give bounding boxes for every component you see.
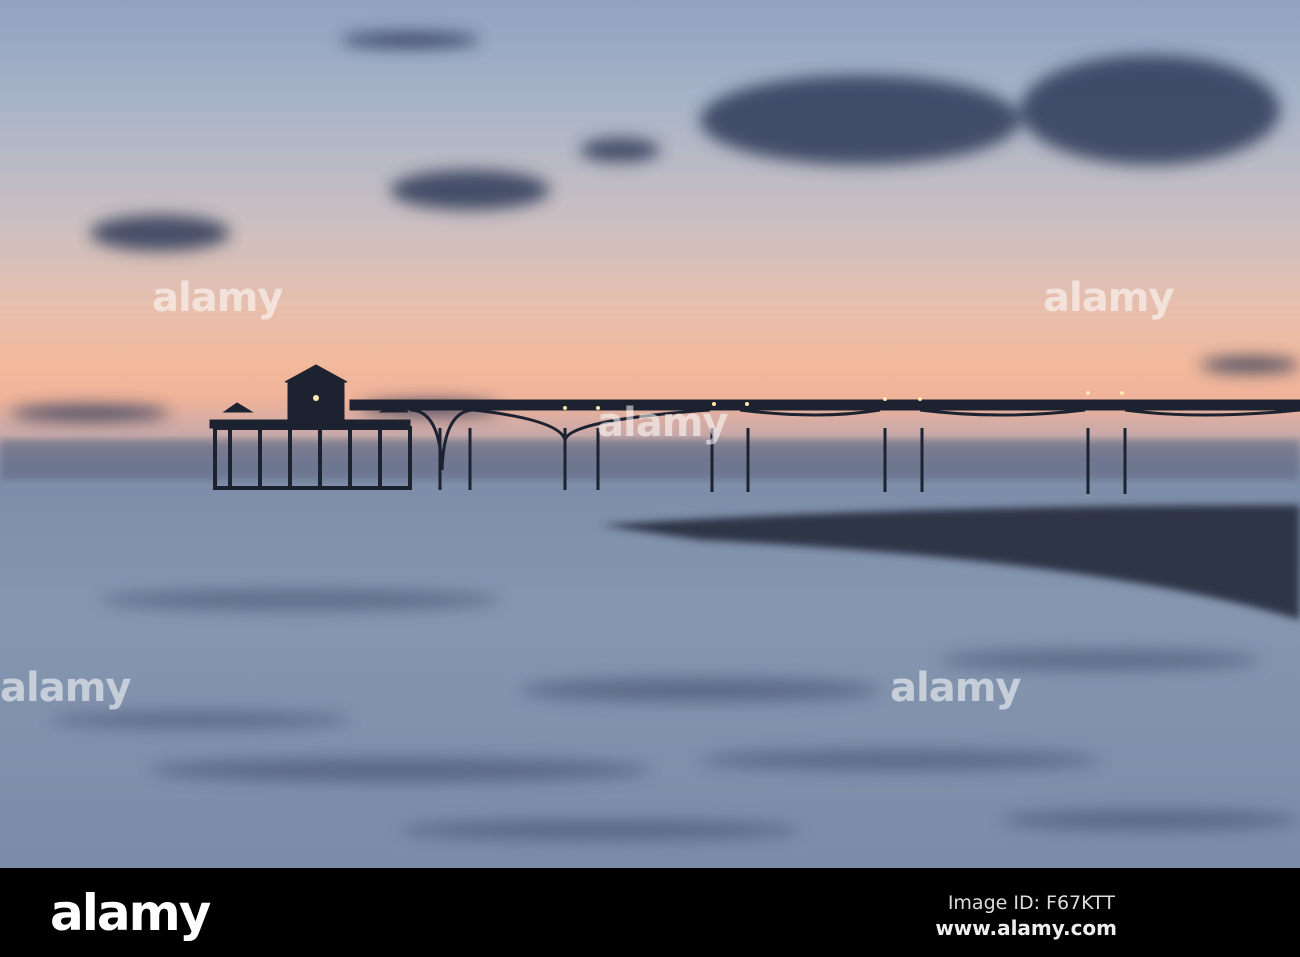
image-id: Image ID: F67KTT bbox=[947, 892, 1115, 914]
watermark: alamy bbox=[597, 400, 728, 446]
rocks bbox=[600, 505, 1300, 620]
distant-hills bbox=[0, 440, 1300, 480]
photo: alamy alamy alamy alamy alamy bbox=[0, 0, 1300, 868]
waves bbox=[50, 590, 1300, 840]
watermark: alamy bbox=[152, 275, 283, 321]
clouds bbox=[10, 32, 1300, 421]
watermark: alamy bbox=[1043, 275, 1174, 321]
site-url: www.alamy.com bbox=[935, 916, 1117, 940]
watermark: alamy bbox=[890, 665, 1021, 711]
watermark: alamy bbox=[0, 665, 131, 711]
alamy-logo: alamy bbox=[50, 884, 211, 942]
